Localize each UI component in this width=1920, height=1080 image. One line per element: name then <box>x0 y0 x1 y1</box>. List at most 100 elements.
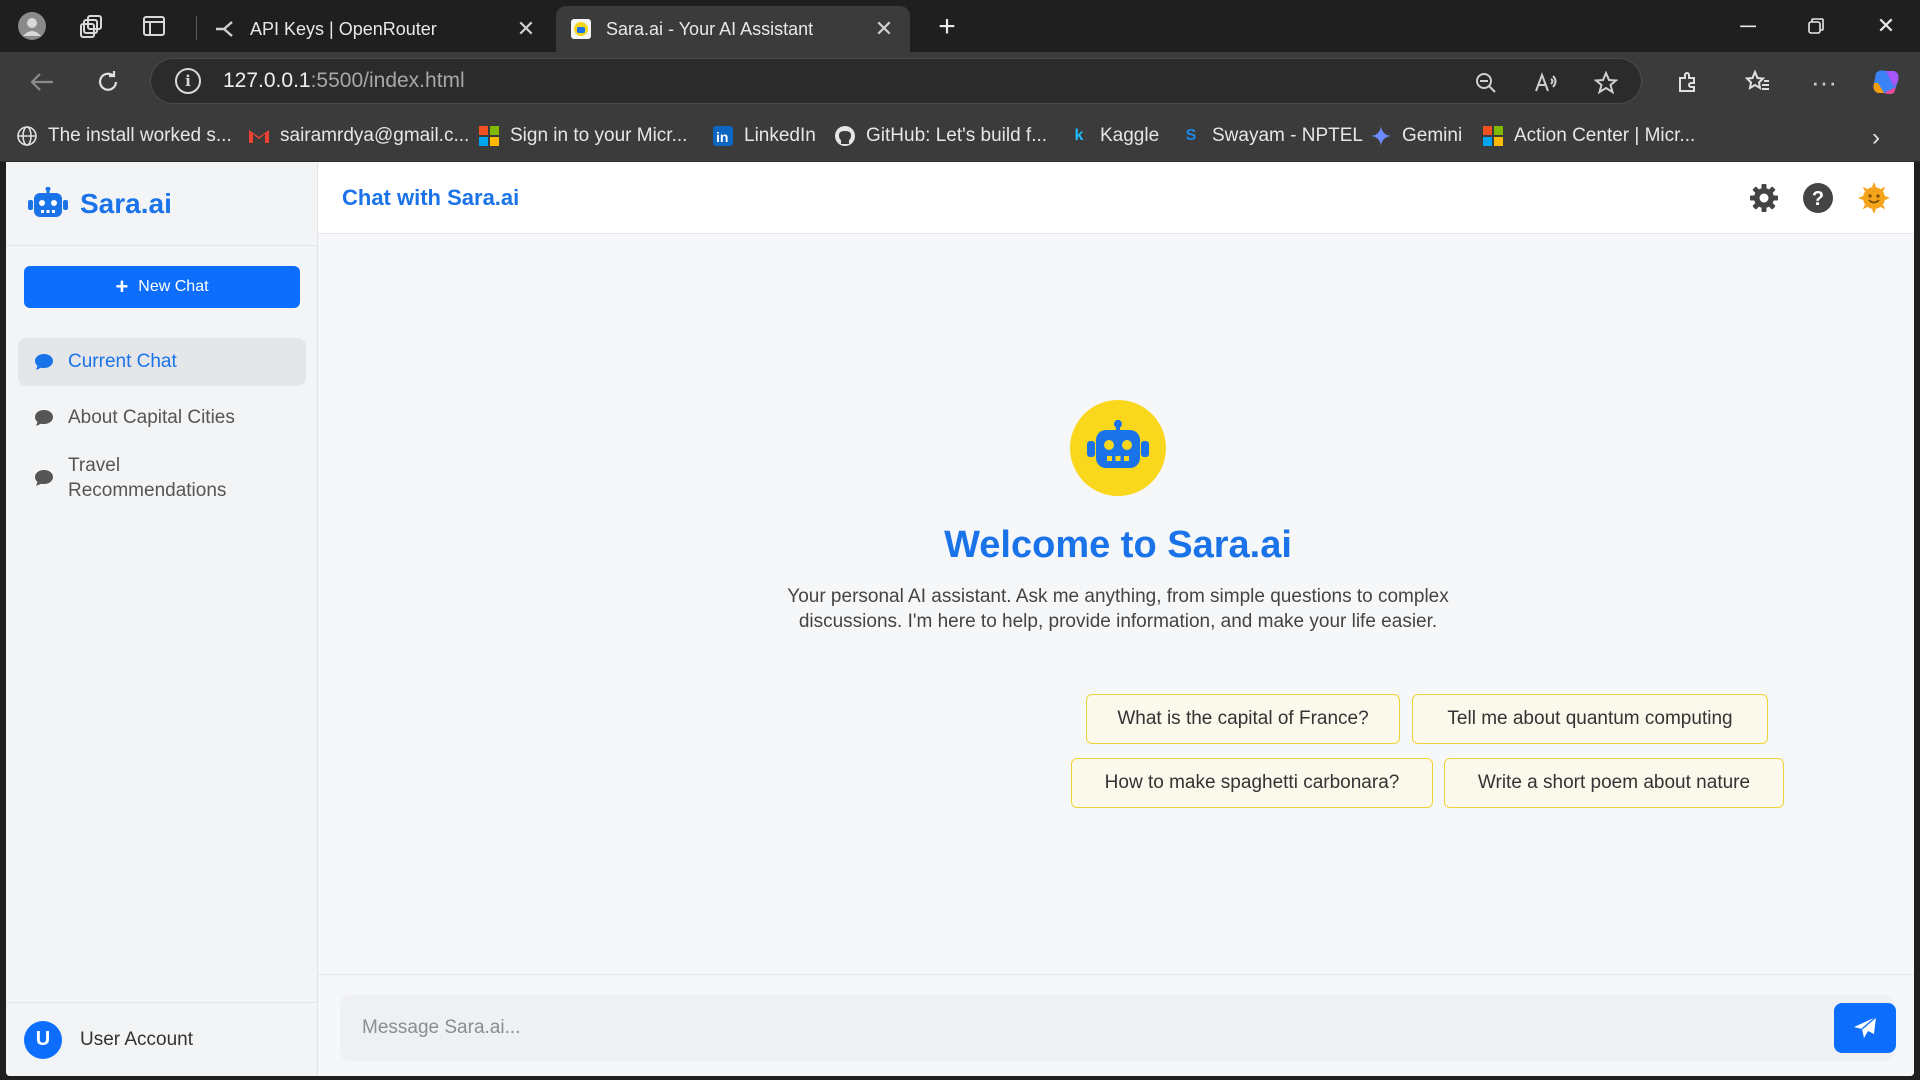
bookmark-label: LinkedIn <box>744 125 816 146</box>
bookmark-item[interactable]: Sign in to your Micr... <box>478 122 687 150</box>
new-chat-button[interactable]: + New Chat <box>24 266 300 308</box>
svg-text:in: in <box>716 129 728 145</box>
sidebar-item-label: About Capital Cities <box>68 407 235 428</box>
sidebar-item-capital-cities[interactable]: About Capital Cities <box>18 394 306 442</box>
bookmark-item[interactable]: sairamrdya@gmail.c... <box>248 122 469 150</box>
message-input[interactable] <box>340 995 1894 1061</box>
restore-icon[interactable] <box>1796 8 1836 44</box>
bookmark-item[interactable]: GitHub: Let's build f... <box>834 122 1047 150</box>
kaggle-icon: k <box>1074 127 1084 144</box>
welcome-description: Your personal AI assistant. Ask me anyth… <box>787 586 1449 632</box>
browser-toolbar: i 127.0.0.1:5500/index.html ··· <box>0 52 1920 110</box>
bookmark-item[interactable]: k Kaggle <box>1068 122 1160 150</box>
chevron-right-icon[interactable]: › <box>1872 124 1880 152</box>
new-tab-icon[interactable]: + <box>930 10 964 44</box>
favorite-star-icon[interactable] <box>1589 68 1623 98</box>
back-icon[interactable] <box>24 64 60 100</box>
gemini-icon <box>1370 125 1392 147</box>
openrouter-icon <box>214 18 236 40</box>
bookmark-label: Sign in to your Micr... <box>510 125 688 146</box>
bookmark-item[interactable]: Action Center | Micr... <box>1482 122 1695 150</box>
bookmark-item[interactable]: The install worked s... <box>16 122 232 150</box>
collections-icon[interactable] <box>76 10 108 42</box>
tab-title: API Keys | OpenRouter <box>250 18 437 39</box>
linkedin-icon: in <box>712 125 734 147</box>
sidebar: Sara.ai + New Chat Current Chat About Ca… <box>6 162 318 1076</box>
svg-text:?: ? <box>1812 188 1824 210</box>
bookmark-label: GitHub: Let's build f... <box>866 125 1048 146</box>
url-path: :5500/index.html <box>310 69 465 92</box>
sara-app: Sara.ai + New Chat Current Chat About Ca… <box>6 162 1914 1076</box>
bookmark-item[interactable]: in LinkedIn <box>712 122 816 150</box>
bookmark-label: The install worked s... <box>48 125 232 146</box>
copilot-icon[interactable] <box>1868 64 1904 100</box>
sidebar-item-current-chat[interactable]: Current Chat <box>18 338 306 386</box>
theme-sun-icon[interactable] <box>1856 180 1892 216</box>
robot-icon <box>28 186 68 217</box>
suggestion-chip[interactable]: Tell me about quantum computing <box>1412 694 1768 744</box>
page-title: Chat with Sara.ai <box>342 184 520 210</box>
bookmark-label: Kaggle <box>1100 125 1160 146</box>
sidebar-brand: Sara.ai <box>6 162 317 246</box>
swayam-icon: S <box>1185 127 1197 144</box>
new-chat-label: New Chat <box>138 278 209 295</box>
bookmark-item[interactable]: S Swayam - NPTEL <box>1180 122 1363 150</box>
chat-bubble-icon <box>35 354 53 370</box>
chat-bubble-icon <box>35 470 53 486</box>
bookmarks-bar: The install worked s... sairamrdya@gmail… <box>0 110 1920 162</box>
bookmark-label: sairamrdya@gmail.c... <box>280 125 470 146</box>
tab-separator <box>196 16 197 40</box>
close-tab-icon[interactable]: ✕ <box>872 16 896 42</box>
suggestion-chip[interactable]: How to make spaghetti carbonara? <box>1071 758 1433 808</box>
read-aloud-icon[interactable] <box>1529 68 1563 98</box>
sidebar-item-label: Travel Recommendations <box>68 455 227 501</box>
tab-sara-ai[interactable]: Sara.ai - Your AI Assistant ✕ <box>556 6 910 52</box>
welcome-panel: Welcome to Sara.ai Your personal AI assi… <box>318 234 1914 990</box>
favorites-icon[interactable] <box>1740 64 1776 100</box>
microsoft-icon <box>1482 125 1504 147</box>
reload-icon[interactable] <box>90 64 126 100</box>
more-options-icon[interactable]: ··· <box>1806 64 1842 100</box>
sidebar-item-travel[interactable]: Travel Recommendations <box>18 448 306 508</box>
extensions-icon[interactable] <box>1670 64 1706 100</box>
minimize-icon[interactable]: ─ <box>1728 8 1768 44</box>
chat-main: Chat with Sara.ai ? Welcome to Sara.ai Y… <box>318 162 1914 1076</box>
microsoft-icon <box>478 125 500 147</box>
sidebar-item-label: Current Chat <box>68 351 177 372</box>
zoom-out-icon[interactable] <box>1469 68 1503 98</box>
avatar: U <box>24 1020 62 1059</box>
github-icon <box>834 125 856 147</box>
help-icon[interactable]: ? <box>1800 180 1836 216</box>
robot-icon <box>1087 420 1149 468</box>
bookmark-label: Action Center | Micr... <box>1514 125 1696 146</box>
suggestion-chip[interactable]: What is the capital of France? <box>1086 694 1400 744</box>
chat-bubble-icon <box>35 410 53 426</box>
welcome-title: Welcome to Sara.ai <box>944 524 1292 566</box>
plus-icon: + <box>115 274 129 299</box>
profile-icon[interactable] <box>16 10 48 42</box>
vertical-tabs-icon[interactable] <box>138 10 170 42</box>
url-host: 127.0.0.1 <box>223 69 311 92</box>
tab-title: Sara.ai - Your AI Assistant <box>606 18 814 39</box>
bookmark-label: Swayam - NPTEL <box>1212 125 1363 146</box>
settings-gear-icon[interactable] <box>1746 180 1782 216</box>
paper-plane-icon <box>1854 1016 1877 1038</box>
message-composer <box>318 974 1914 1076</box>
bookmark-item[interactable]: Gemini <box>1370 122 1462 150</box>
user-account[interactable]: U User Account <box>6 1002 318 1076</box>
globe-icon <box>16 125 38 147</box>
suggestion-chip[interactable]: Write a short poem about nature <box>1444 758 1784 808</box>
gmail-icon <box>248 125 270 147</box>
chat-header: Chat with Sara.ai ? <box>318 162 1914 234</box>
close-window-icon[interactable]: ✕ <box>1866 8 1906 44</box>
address-url: 127.0.0.1:5500/index.html <box>223 69 465 93</box>
site-info-icon[interactable]: i <box>175 68 201 94</box>
close-tab-icon[interactable]: ✕ <box>514 16 538 42</box>
tab-openrouter[interactable]: API Keys | OpenRouter ✕ <box>200 6 552 52</box>
brand-name: Sara.ai <box>80 187 172 219</box>
send-button[interactable] <box>1834 1003 1896 1053</box>
user-account-label: User Account <box>80 1028 193 1050</box>
welcome-robot-avatar <box>1070 400 1166 496</box>
address-bar[interactable]: i 127.0.0.1:5500/index.html <box>150 58 1642 104</box>
browser-tab-bar: API Keys | OpenRouter ✕ Sara.ai - Your A… <box>0 0 1920 52</box>
